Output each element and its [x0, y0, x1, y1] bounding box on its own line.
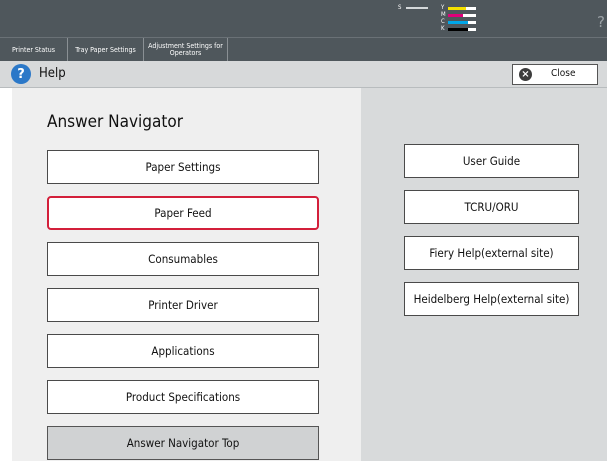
- printer-driver-button[interactable]: Printer Driver: [47, 288, 319, 322]
- toner-row-yellow: Y: [441, 4, 511, 12]
- toner-label-k: K: [441, 25, 445, 32]
- toner-label-y: Y: [441, 4, 445, 11]
- product-specifications-button[interactable]: Product Specifications: [47, 380, 319, 414]
- close-button-label: Close: [551, 68, 576, 79]
- toner-bar-s: [406, 7, 428, 9]
- question-circle-icon: ?: [11, 64, 31, 84]
- toner-label-c: C: [441, 18, 445, 25]
- paper-feed-button[interactable]: Paper Feed: [47, 196, 319, 230]
- toner-track-k: [448, 28, 476, 31]
- tab-tray-paper-settings[interactable]: Tray Paper Settings: [68, 38, 144, 62]
- toner-fill-k: [448, 28, 468, 31]
- fiery-help-button[interactable]: Fiery Help(external site): [404, 236, 579, 270]
- answer-navigator-top-button[interactable]: Answer Navigator Top: [47, 426, 319, 460]
- answer-navigator-heading: Answer Navigator: [47, 112, 184, 132]
- consumables-button[interactable]: Consumables: [47, 242, 319, 276]
- close-circle-icon: ×: [519, 68, 532, 81]
- toner-levels: S Y M C K: [398, 3, 508, 37]
- tab-printer-status[interactable]: Printer Status: [0, 38, 68, 62]
- toner-row-magenta: M: [441, 11, 511, 19]
- help-links-panel: User Guide TCRU/ORU Fiery Help(external …: [361, 88, 607, 461]
- toner-label-m: M: [441, 11, 446, 18]
- user-guide-button[interactable]: User Guide: [404, 144, 579, 178]
- toner-row-black: K: [441, 25, 511, 33]
- toner-track-m: [448, 14, 476, 17]
- function-tabs: Printer Status Tray Paper Settings Adjus…: [0, 37, 607, 62]
- title-bar: ? Help × Close: [0, 61, 607, 88]
- answer-navigator-panel: Answer Navigator Paper Settings Paper Fe…: [12, 88, 361, 461]
- page-title: Help: [39, 66, 66, 81]
- toner-label-s: S: [398, 4, 402, 11]
- tab-adjustment-settings[interactable]: Adjustment Settings for Operators: [144, 38, 228, 62]
- toner-fill-c: [448, 21, 468, 24]
- heidelberg-help-button[interactable]: Heidelberg Help(external site): [404, 282, 579, 316]
- applications-button[interactable]: Applications: [47, 334, 319, 368]
- close-button[interactable]: × Close: [512, 64, 598, 85]
- toner-track-y: [448, 7, 476, 10]
- toner-row-cyan: C: [441, 18, 511, 26]
- tcru-oru-button[interactable]: TCRU/ORU: [404, 190, 579, 224]
- paper-settings-button[interactable]: Paper Settings: [47, 150, 319, 184]
- help-question-icon[interactable]: ?: [597, 13, 605, 31]
- toner-fill-y: [448, 7, 467, 10]
- toner-track-c: [448, 21, 476, 24]
- status-bar: S Y M C K ?: [0, 0, 607, 37]
- toner-fill-m: [448, 14, 464, 17]
